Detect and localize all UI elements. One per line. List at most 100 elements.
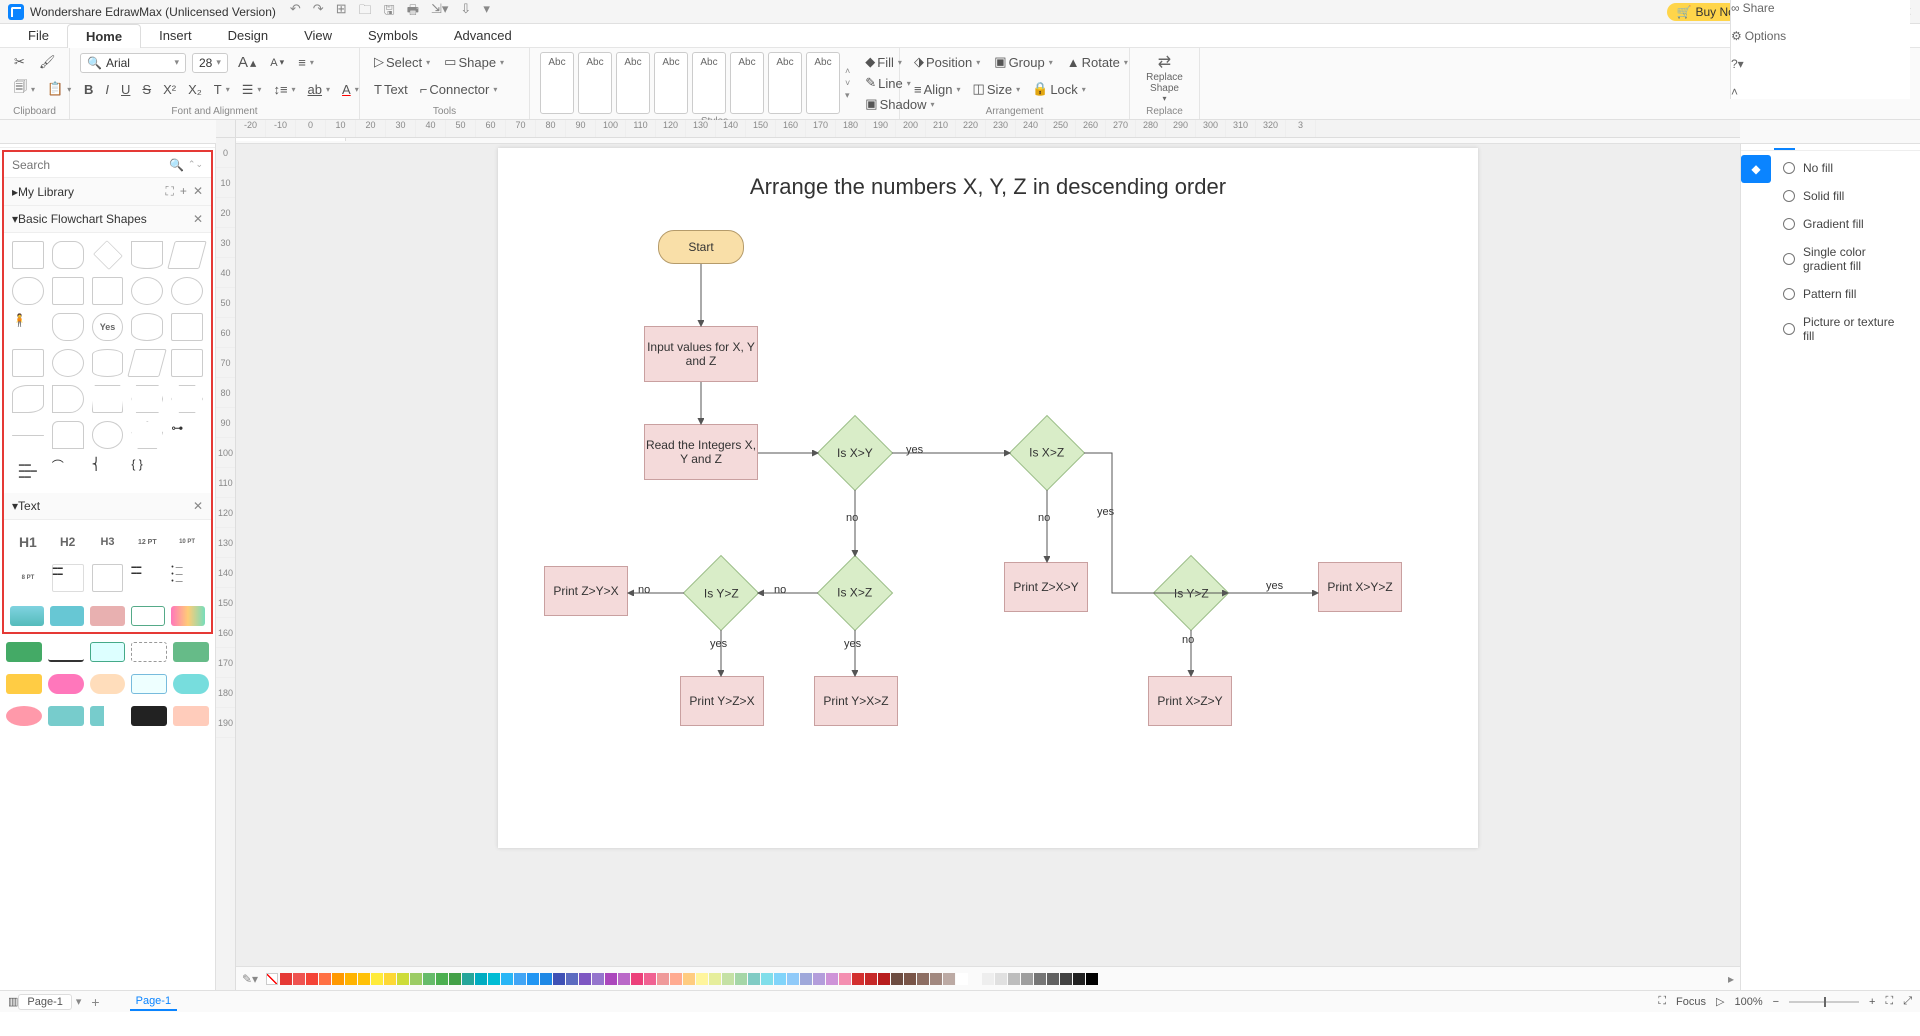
color-swatch[interactable] [995, 973, 1007, 985]
thumb-16[interactable] [6, 706, 42, 726]
color-swatch[interactable] [696, 973, 708, 985]
page-caret[interactable]: ▾ [76, 995, 82, 1008]
menu-view[interactable]: View [286, 24, 350, 47]
color-swatch[interactable] [410, 973, 422, 985]
menu-advanced[interactable]: Advanced [436, 24, 530, 47]
color-swatch[interactable] [462, 973, 474, 985]
color-swatch[interactable] [670, 973, 682, 985]
thumb-20[interactable] [173, 706, 209, 726]
color-swatch[interactable] [280, 973, 292, 985]
size-menu[interactable]: ◫ Size [969, 79, 1025, 99]
shape-cylinder[interactable] [92, 349, 124, 377]
thumb-3[interactable] [90, 606, 124, 626]
shape-manual-op[interactable] [92, 385, 124, 413]
color-swatch[interactable] [1047, 973, 1059, 985]
color-swatch[interactable] [839, 973, 851, 985]
thumb-12[interactable] [48, 674, 84, 694]
gallery-up-icon[interactable]: ˄ [845, 66, 850, 76]
color-swatch[interactable] [813, 973, 825, 985]
color-swatch[interactable] [1073, 973, 1085, 985]
opt-picture[interactable]: Picture or texture fill [1783, 315, 1908, 343]
thumb-5[interactable] [171, 606, 205, 626]
add-page-icon[interactable]: + [91, 994, 99, 1010]
thumb-8[interactable] [90, 642, 126, 662]
focus-icon[interactable]: ⛶ [1658, 995, 1666, 1008]
shape-subroutine[interactable] [92, 277, 124, 305]
node-p2[interactable]: Print Z>X>Y [1004, 562, 1088, 612]
text-tool[interactable]: T Text [370, 80, 412, 99]
color-swatch[interactable] [631, 973, 643, 985]
thumb-19[interactable] [131, 706, 167, 726]
menu-symbols[interactable]: Symbols [350, 24, 436, 47]
thumb-1[interactable] [10, 606, 44, 626]
font-name-select[interactable]: 🔍Arial▾ [80, 53, 186, 73]
shape-circle[interactable] [171, 277, 203, 305]
shape-arc[interactable]: ⌒ [52, 457, 84, 485]
shape-card[interactable] [171, 313, 203, 341]
node-d2[interactable]: Is X>Z [1009, 415, 1085, 491]
shape-roundrect[interactable] [52, 241, 84, 269]
symbol-search-input[interactable] [12, 158, 169, 172]
shape-internal[interactable] [12, 349, 44, 377]
cut-icon[interactable]: ✂ [10, 52, 29, 72]
color-swatch[interactable] [891, 973, 903, 985]
quick-fill-icon[interactable]: ◆ [1741, 155, 1771, 183]
shape-predef[interactable] [52, 277, 84, 305]
shape-user[interactable] [52, 313, 84, 341]
node-d1[interactable]: Is X>Y [817, 415, 893, 491]
mylibrary-header[interactable]: ▸ My Library ⛶+✕ [4, 178, 211, 206]
zoom-in-icon[interactable]: + [1869, 996, 1875, 1008]
color-swatch[interactable] [345, 973, 357, 985]
lib-expand-icon[interactable]: ⛶ [166, 184, 174, 199]
shape-offpage[interactable] [52, 421, 84, 449]
color-swatch[interactable] [956, 973, 968, 985]
pages-icon[interactable]: ▥ [8, 995, 18, 1008]
color-swatch[interactable] [618, 973, 630, 985]
color-swatch[interactable] [761, 973, 773, 985]
menu-design[interactable]: Design [210, 24, 286, 47]
color-swatch[interactable] [488, 973, 500, 985]
text-block2[interactable] [92, 564, 124, 592]
shape-parallelogram[interactable] [167, 241, 206, 269]
color-swatch[interactable] [384, 973, 396, 985]
lib-add-icon[interactable]: + [180, 184, 187, 199]
color-swatch[interactable] [982, 973, 994, 985]
node-p5[interactable]: Print Y>X>Z [814, 676, 898, 726]
shape-brace2[interactable]: { } [131, 457, 163, 485]
select-tool[interactable]: ▷ Select [370, 52, 434, 72]
color-swatch[interactable] [436, 973, 448, 985]
help-icon[interactable]: ?▾ [1731, 57, 1910, 71]
text-block1[interactable]: ▬▬▬▬ [52, 564, 84, 592]
color-swatch[interactable] [1086, 973, 1098, 985]
share-button[interactable]: ∞ Share [1731, 1, 1910, 15]
color-swatch[interactable] [878, 973, 890, 985]
replace-shape-icon[interactable]: ⇄ [1158, 52, 1171, 72]
copy-icon[interactable]: 🗐 [10, 76, 39, 102]
eyedropper-icon[interactable]: ✎▾ [242, 972, 258, 986]
increase-font-icon[interactable]: A▴ [234, 52, 260, 73]
shape-ellipse[interactable] [131, 277, 163, 305]
format-painter-icon[interactable]: 🖌 [35, 52, 60, 72]
shape-note[interactable]: ▬▬▬▬▬▬▬ [12, 457, 44, 485]
color-more-icon[interactable]: ▸ [1728, 972, 1734, 986]
color-swatch[interactable] [904, 973, 916, 985]
options-button[interactable]: ⚙ Options [1731, 29, 1910, 43]
color-swatch[interactable] [683, 973, 695, 985]
color-swatch[interactable] [566, 973, 578, 985]
thumb-14[interactable] [131, 674, 167, 694]
color-swatch[interactable] [917, 973, 929, 985]
node-read[interactable]: Read the Integers X, Y and Z [644, 424, 758, 480]
color-swatch[interactable] [358, 973, 370, 985]
color-swatch[interactable] [423, 973, 435, 985]
line-spacing-icon[interactable]: ↕≡ [269, 80, 299, 99]
decrease-font-icon[interactable]: A▾ [266, 55, 288, 71]
shape-database[interactable] [131, 313, 163, 341]
import-icon[interactable]: ⇩ [460, 1, 471, 23]
color-swatch[interactable] [293, 973, 305, 985]
color-swatch[interactable] [397, 973, 409, 985]
shape-diamond[interactable] [93, 240, 123, 270]
color-swatch[interactable] [1021, 973, 1033, 985]
gallery-more-icon[interactable]: ▾ [845, 90, 850, 101]
align-menu[interactable]: ≡ Align [910, 80, 965, 99]
flowchart-header[interactable]: ▾ Basic Flowchart Shapes ✕ [4, 206, 211, 233]
